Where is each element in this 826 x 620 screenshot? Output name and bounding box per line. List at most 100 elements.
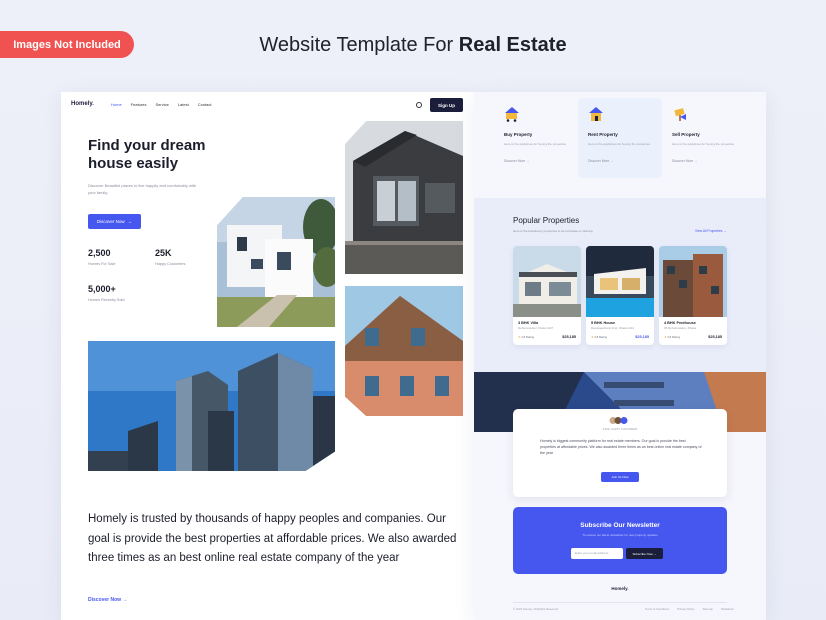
footer-link-terms[interactable]: Terms & Conditions xyxy=(645,607,669,611)
footer-link-sitemap[interactable]: Sitemap xyxy=(703,607,713,611)
stat-label-happy-customers: Happy Customers xyxy=(155,262,186,266)
skyscrapers-image xyxy=(88,341,335,471)
property-name: 5 BHK House xyxy=(591,321,616,325)
stat-label-homes-for-sale: Homes For Sale xyxy=(88,262,116,266)
property-price: $25,185 xyxy=(635,335,649,339)
logo-dot: . xyxy=(92,101,94,107)
join-us-button[interactable]: Join Us Now xyxy=(601,472,639,482)
discover-now-label: Discover Now xyxy=(96,219,125,224)
white-house-illustration xyxy=(217,197,335,327)
view-all-link[interactable]: View All Properties → xyxy=(695,229,727,233)
service-more-link[interactable]: Discover More → xyxy=(588,159,613,163)
arrow-right-icon: → xyxy=(694,159,698,163)
sell-property-icon xyxy=(674,108,686,121)
arrow-right-icon: → xyxy=(723,229,727,233)
property-card[interactable]: 5 BHK House Rangsagarband 1111, Dhaka 12… xyxy=(586,246,654,345)
search-icon[interactable] xyxy=(416,102,422,108)
property-price: $25,185 xyxy=(562,335,576,339)
stat-value-homes-for-sale: 2,500 xyxy=(88,248,111,258)
email-input[interactable]: Enter your email address xyxy=(571,548,623,559)
arrow-right-icon: → xyxy=(610,159,614,163)
property-name: 3 BHK Villa xyxy=(518,321,539,325)
service-desc: Here is the guidelines for buying the pr… xyxy=(672,142,735,146)
left-page-preview: Homely. Home Features Service Latest Con… xyxy=(61,92,474,620)
community-text: Homely is biggest community platform for… xyxy=(540,439,702,455)
nav-latest[interactable]: Latest xyxy=(178,102,189,107)
service-card-rent[interactable]: Rent Property Here is the guidelines for… xyxy=(578,98,662,178)
penthouse-photo xyxy=(659,246,727,317)
logo[interactable]: Homely. xyxy=(71,101,94,107)
footer-divider xyxy=(513,602,727,603)
view-all-label: View All Properties xyxy=(695,229,723,233)
discover-now-button[interactable]: Discover Now → xyxy=(88,214,141,229)
service-desc: Here is the guidelines for buying the pr… xyxy=(588,142,651,146)
arrow-right-icon: → xyxy=(653,551,657,556)
service-more-link[interactable]: Discover More → xyxy=(504,159,529,163)
customer-avatars xyxy=(609,417,628,424)
canvas: Images Not Included Website Template For… xyxy=(0,0,826,620)
footer-links: Terms & Conditions Privacy Policy Sitema… xyxy=(645,607,734,611)
sign-up-button[interactable]: Sign Up xyxy=(430,98,463,112)
footer-link-disclaimer[interactable]: Disclaimer xyxy=(721,607,734,611)
arrow-right-icon: → xyxy=(122,597,128,603)
nav-features[interactable]: Features xyxy=(131,102,147,107)
skyscrapers-illustration xyxy=(88,341,335,471)
headline-normal: Website Template For xyxy=(259,34,459,56)
top-nav: Homely. Home Features Service Latest Con… xyxy=(61,92,474,118)
headline-bold: Real Estate xyxy=(458,34,567,56)
customers-caption: 5,000+ HAPPY CUSTOMERS xyxy=(602,428,638,431)
newsletter-subtitle: To receive our latest newsletter for new… xyxy=(582,533,658,537)
newsletter-title: Subscribe Our Newsletter xyxy=(580,522,660,529)
property-card[interactable]: 3 BHK Villa Mohammadpur, Dhaka 1207 ★ 4.… xyxy=(513,246,581,345)
service-card-sell[interactable]: Sell Property Here is the guidelines for… xyxy=(662,98,746,178)
about-discover-link[interactable]: Discover Now → xyxy=(88,597,127,603)
wood-house-illustration xyxy=(345,286,463,416)
footer-logo[interactable]: Homely. xyxy=(474,586,766,591)
property-rating-label: 4.8 Rating xyxy=(667,335,681,339)
popular-subtitle: Here is the best/luxury properties to be… xyxy=(513,229,593,233)
arrow-right-icon: → xyxy=(526,159,530,163)
about-discover-label: Discover Now xyxy=(88,597,122,603)
subscribe-label: Subscribe Now xyxy=(632,551,653,556)
property-name: 4 BHK Penthouse xyxy=(664,321,696,325)
service-more-link[interactable]: Discover More → xyxy=(672,159,697,163)
property-location: 45 Mohammadpur, Dhaka xyxy=(664,326,697,330)
community-card: 5,000+ HAPPY CUSTOMERS Homely is biggest… xyxy=(513,409,727,497)
property-rating: ★ 4.8 Rating xyxy=(518,335,534,339)
footer-link-privacy[interactable]: Privacy Policy xyxy=(677,607,694,611)
arrow-right-icon: → xyxy=(127,219,133,224)
property-rating: ★ 4.8 Rating xyxy=(664,335,680,339)
nav-home[interactable]: Home xyxy=(111,102,122,107)
buy-property-icon xyxy=(505,107,519,122)
popular-title: Popular Properties xyxy=(513,216,580,225)
stat-value-homes-sold: 5,000+ xyxy=(88,284,116,294)
hero-title: Find your dream house easily xyxy=(88,137,206,172)
service-more-label: Discover More xyxy=(672,159,694,163)
dark-house-illustration xyxy=(345,121,463,274)
service-card-buy[interactable]: Buy Property Here is the guidelines for … xyxy=(494,98,578,178)
hero-text: Discover Beautiful places to live happil… xyxy=(88,183,197,195)
service-title: Rent Property xyxy=(588,132,618,137)
logo-text: Homely xyxy=(71,101,93,107)
property-location: Mohammadpur, Dhaka 1207 xyxy=(518,326,554,330)
subscribe-button[interactable]: Subscribe Now → xyxy=(626,548,663,559)
house-photo xyxy=(586,246,654,317)
wood-house-image xyxy=(345,286,463,416)
service-desc: Here is the guidelines for buying the pr… xyxy=(504,142,567,146)
stat-value-happy-customers: 25K xyxy=(155,248,172,258)
footer-logo-dot: . xyxy=(627,586,629,591)
newsletter-section: Subscribe Our Newsletter To receive our … xyxy=(513,507,727,574)
right-page-preview: Buy Property Here is the guidelines for … xyxy=(474,92,766,620)
page-headline: Website Template For Real Estate xyxy=(0,34,826,57)
property-rating-label: 4.8 Rating xyxy=(521,335,535,339)
white-house-image xyxy=(217,197,335,327)
nav-contact[interactable]: Contact xyxy=(198,102,212,107)
property-rating: ★ 4.8 Rating xyxy=(591,335,607,339)
nav-service[interactable]: Service xyxy=(155,102,168,107)
service-more-label: Discover More xyxy=(588,159,610,163)
stat-label-homes-sold: Homes Recently Sold xyxy=(88,298,125,302)
property-card[interactable]: 4 BHK Penthouse 45 Mohammadpur, Dhaka ★ … xyxy=(659,246,727,345)
service-title: Sell Property xyxy=(672,132,700,137)
footer-logo-text: Homely xyxy=(611,586,628,591)
villa-photo xyxy=(513,246,581,317)
